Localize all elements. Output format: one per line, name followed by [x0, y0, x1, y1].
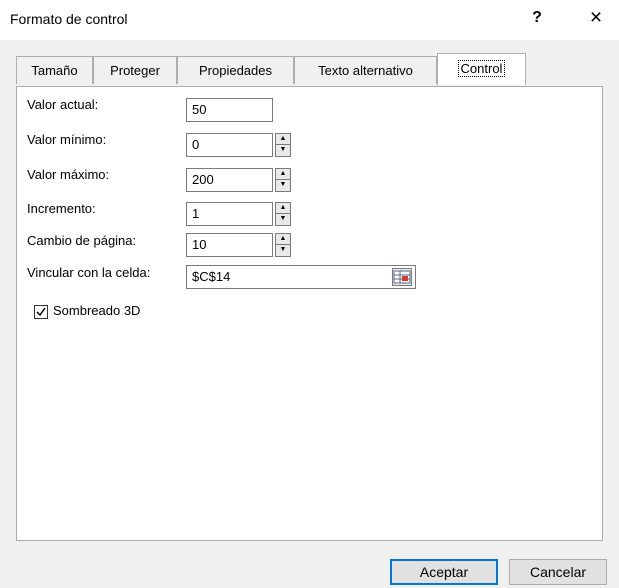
tab-proteger[interactable]: Proteger — [93, 56, 177, 84]
increment-label: Incremento: — [27, 201, 96, 216]
cell-link-label: Vincular con la celda: — [27, 265, 151, 280]
page-change-spinner[interactable]: ▲ ▼ — [275, 233, 291, 257]
tab-tamano[interactable]: Tamaño — [16, 56, 93, 84]
control-panel: Valor actual: 50 Valor mínimo: 0 ▲ ▼ Val… — [16, 86, 603, 541]
current-value-label: Valor actual: — [27, 97, 99, 112]
min-value-label: Valor mínimo: — [27, 132, 107, 147]
shading-3d-checkbox[interactable] — [34, 305, 48, 319]
max-value-spinner[interactable]: ▲ ▼ — [275, 168, 291, 192]
shading-3d-label[interactable]: Sombreado 3D — [53, 303, 140, 318]
tab-propiedades[interactable]: Propiedades — [177, 56, 294, 84]
max-value-label: Valor máximo: — [27, 167, 110, 182]
cell-reference-icon[interactable] — [392, 268, 412, 286]
cell-link-input[interactable]: $C$14 — [186, 265, 416, 289]
close-icon[interactable]: × — [584, 6, 608, 30]
spin-down-icon[interactable]: ▼ — [275, 145, 291, 157]
cancel-button[interactable]: Cancelar — [509, 559, 607, 585]
increment-spinner[interactable]: ▲ ▼ — [275, 202, 291, 226]
spin-up-icon[interactable]: ▲ — [275, 168, 291, 180]
ok-button[interactable]: Aceptar — [390, 559, 498, 585]
min-value-input[interactable]: 0 — [186, 133, 273, 157]
spin-up-icon[interactable]: ▲ — [275, 233, 291, 245]
min-value-spinner[interactable]: ▲ ▼ — [275, 133, 291, 157]
page-change-label: Cambio de página: — [27, 233, 137, 248]
tab-texto-alternativo[interactable]: Texto alternativo — [294, 56, 437, 84]
max-value-input[interactable]: 200 — [186, 168, 273, 192]
help-icon[interactable]: ? — [527, 9, 547, 27]
title-bar: Formato de control ? × — [0, 0, 619, 40]
dialog-title: Formato de control — [10, 11, 128, 27]
increment-input[interactable]: 1 — [186, 202, 273, 226]
page-change-input[interactable]: 10 — [186, 233, 273, 257]
tab-control[interactable]: Control — [437, 53, 526, 85]
spin-up-icon[interactable]: ▲ — [275, 202, 291, 214]
spin-up-icon[interactable]: ▲ — [275, 133, 291, 145]
spin-down-icon[interactable]: ▼ — [275, 214, 291, 226]
spin-down-icon[interactable]: ▼ — [275, 245, 291, 257]
spin-down-icon[interactable]: ▼ — [275, 180, 291, 192]
current-value-input[interactable]: 50 — [186, 98, 273, 122]
